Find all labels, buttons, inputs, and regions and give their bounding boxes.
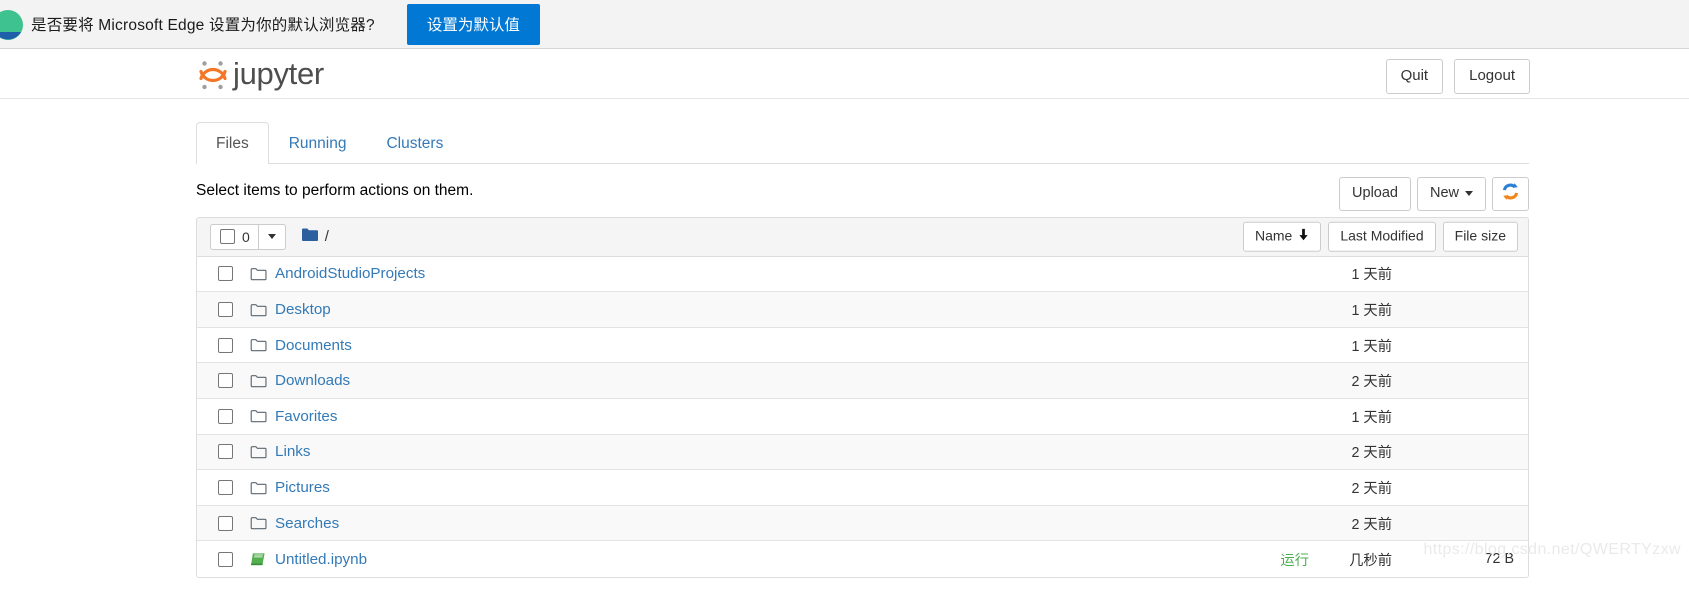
last-modified-value: 2 天前: [1351, 374, 1392, 391]
file-list: AndroidStudioProjects 1 天前 Desktop 1 天前 Docu…: [197, 256, 1528, 578]
folder-icon: [250, 409, 267, 423]
new-button[interactable]: New: [1416, 176, 1486, 211]
row-meta: 运行 几秒前 72 B: [1280, 549, 1514, 570]
last-modified-value: 2 天前: [1351, 516, 1392, 533]
file-name-link[interactable]: Searches: [275, 515, 339, 532]
breadcrumb-path[interactable]: /: [325, 228, 329, 245]
last-modified-value: 几秒前: [1349, 552, 1392, 569]
file-name-link[interactable]: Documents: [275, 337, 352, 354]
tab-running[interactable]: Running: [269, 122, 367, 164]
sort-by-size-button[interactable]: File size: [1442, 221, 1518, 252]
row-meta: 1 天前: [1318, 263, 1514, 284]
chevron-down-icon: [267, 234, 276, 240]
row-meta: 2 天前: [1318, 477, 1514, 498]
file-name-link[interactable]: Favorites: [275, 408, 337, 425]
row-meta: 1 天前: [1318, 335, 1514, 356]
main-content: Files Running Clusters Select items to p…: [0, 99, 1689, 579]
file-name-link[interactable]: Pictures: [275, 479, 330, 496]
last-modified-value: 1 天前: [1351, 409, 1392, 426]
toolbar: Select items to perform actions on them.…: [196, 164, 1529, 217]
jupyter-logo-text: jupyter: [233, 56, 324, 91]
table-row[interactable]: Favorites 1 天前: [197, 399, 1528, 435]
main-tabs: Files Running Clusters: [196, 99, 1529, 164]
jupyter-logo-icon: [196, 57, 230, 93]
folder-icon: [250, 481, 267, 495]
sort-name-label: Name: [1255, 227, 1293, 244]
row-checkbox[interactable]: [218, 408, 233, 424]
row-meta: 1 天前: [1318, 406, 1514, 427]
row-checkbox[interactable]: [218, 302, 233, 318]
file-name-link[interactable]: Desktop: [275, 301, 331, 318]
file-name-link[interactable]: Links: [275, 443, 310, 460]
folder-icon: [250, 374, 267, 388]
toolbar-buttons: Upload New: [1339, 176, 1529, 211]
sort-buttons: Name Last Modified File size: [1243, 221, 1518, 252]
last-modified-value: 1 天前: [1351, 338, 1392, 355]
row-checkbox[interactable]: [218, 337, 233, 353]
row-checkbox[interactable]: [218, 266, 233, 282]
row-meta: 1 天前: [1318, 299, 1514, 320]
table-row[interactable]: Searches 2 天前: [197, 505, 1528, 542]
folder-filled-icon: [301, 227, 319, 246]
breadcrumb[interactable]: /: [301, 227, 329, 246]
table-row[interactable]: Untitled.ipynb 运行 几秒前 72 B: [197, 541, 1528, 578]
sort-by-name-button[interactable]: Name: [1243, 221, 1322, 252]
folder-icon: [250, 338, 267, 352]
last-modified-value: 2 天前: [1351, 481, 1392, 498]
checkbox-icon[interactable]: [220, 229, 235, 245]
default-browser-message: 是否要将 Microsoft Edge 设置为你的默认浏览器?: [31, 17, 375, 34]
select-all-group: 0: [210, 223, 286, 250]
logout-button[interactable]: Logout: [1454, 59, 1530, 94]
row-checkbox[interactable]: [218, 373, 233, 389]
last-modified-value: 2 天前: [1351, 445, 1392, 462]
select-all-box[interactable]: 0: [210, 223, 259, 250]
new-button-label: New: [1429, 185, 1459, 202]
edge-logo-icon: [0, 8, 25, 42]
selected-count: 0: [242, 228, 250, 245]
folder-icon: [250, 267, 267, 281]
file-name-link[interactable]: Untitled.ipynb: [275, 551, 367, 568]
refresh-button[interactable]: [1492, 176, 1529, 211]
notebook-icon: [250, 552, 267, 567]
tab-files[interactable]: Files: [196, 122, 269, 164]
jupyter-header: jupyter Quit Logout: [0, 49, 1689, 99]
table-row[interactable]: Pictures 2 天前: [197, 470, 1528, 506]
tab-clusters[interactable]: Clusters: [366, 122, 463, 164]
row-checkbox[interactable]: [218, 551, 233, 567]
row-checkbox[interactable]: [218, 515, 233, 531]
sort-by-modified-button[interactable]: Last Modified: [1328, 221, 1436, 252]
table-row[interactable]: Documents 1 天前: [197, 327, 1528, 364]
chevron-down-icon: [1465, 190, 1473, 196]
table-row[interactable]: AndroidStudioProjects 1 天前: [197, 256, 1528, 293]
file-size-value: 72 B: [1484, 551, 1514, 568]
refresh-icon: [1501, 182, 1520, 207]
jupyter-logo[interactable]: jupyter: [196, 55, 324, 95]
row-checkbox[interactable]: [218, 444, 233, 460]
upload-button[interactable]: Upload: [1339, 176, 1411, 211]
table-row[interactable]: Desktop 1 天前: [197, 292, 1528, 328]
row-meta: 2 天前: [1318, 370, 1514, 391]
set-default-browser-button[interactable]: 设置为默认值: [406, 3, 540, 45]
file-name-link[interactable]: Downloads: [275, 372, 350, 389]
header-actions: Quit Logout: [1385, 59, 1530, 94]
select-all-dropdown-button[interactable]: [258, 223, 286, 250]
file-browser-panel: 0 / Name Last Modified File size Android…: [196, 216, 1529, 579]
file-list-header: 0 / Name Last Modified File size: [197, 217, 1528, 257]
row-checkbox[interactable]: [218, 480, 233, 496]
select-items-message: Select items to perform actions on them.: [196, 181, 474, 199]
last-modified-value: 1 天前: [1351, 303, 1392, 320]
folder-icon: [250, 445, 267, 459]
last-modified-value: 1 天前: [1351, 267, 1392, 284]
table-row[interactable]: Downloads 2 天前: [197, 363, 1528, 400]
arrow-down-icon: [1298, 226, 1309, 246]
folder-icon: [250, 303, 267, 317]
table-row[interactable]: Links 2 天前: [197, 434, 1528, 471]
quit-button[interactable]: Quit: [1385, 59, 1444, 94]
row-meta: 2 天前: [1318, 513, 1514, 534]
running-status-badge: 运行: [1280, 552, 1309, 569]
folder-icon: [250, 516, 267, 530]
file-name-link[interactable]: AndroidStudioProjects: [275, 265, 425, 282]
row-meta: 2 天前: [1318, 441, 1514, 462]
browser-notification-bar: 是否要将 Microsoft Edge 设置为你的默认浏览器? 设置为默认值: [0, 0, 1689, 49]
